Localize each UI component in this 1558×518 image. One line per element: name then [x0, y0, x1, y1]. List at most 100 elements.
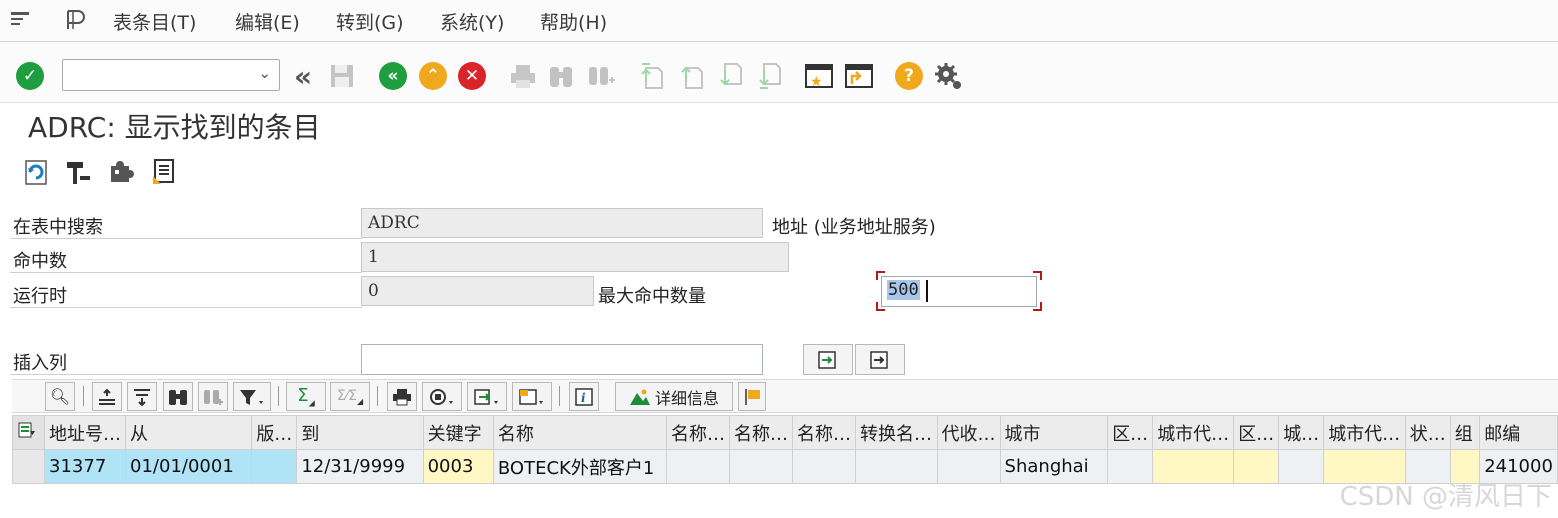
- shortcut-button[interactable]: [844, 61, 874, 91]
- sort-ascending-button[interactable]: [92, 382, 122, 411]
- column-header[interactable]: 邮编: [1479, 415, 1558, 450]
- save-button[interactable]: [327, 61, 357, 91]
- column-header[interactable]: 关键字: [422, 415, 494, 450]
- back-button[interactable]: «: [378, 61, 408, 91]
- document-button[interactable]: [151, 158, 179, 186]
- views-button[interactable]: [422, 382, 462, 411]
- column-header[interactable]: 名称…: [665, 415, 730, 450]
- menu-icon[interactable]: [10, 10, 32, 28]
- column-header[interactable]: 城市代…: [1323, 415, 1406, 450]
- table-cell[interactable]: 01/01/0001: [125, 449, 253, 484]
- menu-item-system[interactable]: 系统(Y): [440, 8, 504, 35]
- settings-button[interactable]: [64, 158, 92, 186]
- column-header[interactable]: 到: [296, 415, 424, 450]
- column-header[interactable]: 版…: [251, 415, 298, 450]
- cancel-button[interactable]: ✕: [457, 61, 487, 91]
- next-page-button[interactable]: [716, 61, 746, 91]
- refresh-button[interactable]: [22, 158, 50, 186]
- column-header[interactable]: 代收…: [936, 415, 1001, 450]
- column-header[interactable]: 从: [125, 415, 253, 450]
- subtotal-button[interactable]: Σ⁄Σ◢: [330, 382, 370, 411]
- first-page-button[interactable]: [637, 61, 667, 91]
- insert-column-icon: [818, 350, 836, 369]
- table-cell[interactable]: 31377: [44, 449, 127, 484]
- label-underline: [10, 238, 362, 239]
- puzzle-button[interactable]: [107, 158, 135, 186]
- table-cell[interactable]: [1278, 449, 1325, 484]
- menu-item-edit[interactable]: 编辑(E): [235, 8, 300, 35]
- column-header[interactable]: 区…: [1233, 415, 1280, 450]
- print-icon: [511, 65, 535, 88]
- row-selector[interactable]: [11, 449, 46, 484]
- column-header[interactable]: 名称…: [728, 415, 793, 450]
- page-title: ADRC: 显示找到的条目: [28, 111, 321, 144]
- details-button[interactable]: 详细信息: [615, 382, 733, 411]
- table-cell[interactable]: BOTECK外部客户1: [492, 449, 667, 484]
- column-header[interactable]: 状…: [1404, 415, 1451, 450]
- find-button[interactable]: [546, 61, 576, 91]
- select-all-cell[interactable]: [11, 415, 46, 450]
- find-next-button[interactable]: [586, 61, 616, 91]
- toolbar-separator: [559, 386, 560, 406]
- chevron-down-icon[interactable]: ⌄: [258, 64, 271, 82]
- column-header[interactable]: 组: [1449, 415, 1481, 450]
- layout-icon: [519, 388, 543, 405]
- sum-button[interactable]: Σ◢: [286, 382, 326, 411]
- column-header[interactable]: 城市: [999, 415, 1109, 450]
- menu-item-goto[interactable]: 转到(G): [336, 8, 404, 35]
- export-button[interactable]: [467, 382, 507, 411]
- table-cell[interactable]: [251, 449, 298, 484]
- filter-icon: [240, 389, 263, 405]
- last-page-button[interactable]: [755, 61, 785, 91]
- menu-item-help[interactable]: 帮助(H): [540, 8, 607, 35]
- table-cell[interactable]: [665, 449, 730, 484]
- column-header[interactable]: 名称: [492, 415, 667, 450]
- max-hits-input[interactable]: 500: [881, 276, 1037, 307]
- flag-button[interactable]: [738, 382, 766, 411]
- layout-button[interactable]: [512, 382, 552, 411]
- find-button[interactable]: [163, 382, 193, 411]
- sort-descending-button[interactable]: [127, 382, 157, 411]
- command-field[interactable]: ⌄: [62, 59, 280, 91]
- layout-icon[interactable]: [64, 9, 88, 31]
- table-cell[interactable]: [936, 449, 1001, 484]
- column-header[interactable]: 区…: [1107, 415, 1154, 450]
- column-header[interactable]: 城…: [1278, 415, 1325, 450]
- help-button[interactable]: ?: [894, 61, 924, 91]
- table-cell[interactable]: 0003: [422, 449, 494, 484]
- filter-button[interactable]: [233, 382, 271, 411]
- table-row[interactable]: 31377 01/01/0001 12/31/9999 0003 BOTECK外…: [11, 449, 1558, 484]
- exit-button[interactable]: ⌃: [418, 61, 448, 91]
- enter-button[interactable]: ✓: [15, 61, 45, 91]
- new-session-button[interactable]: ★: [804, 61, 834, 91]
- collapse-button[interactable]: «: [288, 60, 318, 93]
- table-cell[interactable]: [1233, 449, 1280, 484]
- column-header[interactable]: 名称…: [791, 415, 856, 450]
- table-cell[interactable]: [791, 449, 856, 484]
- insert-column-label: 插入列: [13, 353, 67, 374]
- prev-page-button[interactable]: [677, 61, 707, 91]
- table-cell[interactable]: 12/31/9999: [296, 449, 424, 484]
- table-cell[interactable]: [728, 449, 793, 484]
- details-view-button[interactable]: 🔍︎: [45, 382, 75, 411]
- column-header[interactable]: 转换名…: [854, 415, 938, 450]
- menu-item-table-entry[interactable]: 表条目(T): [113, 8, 196, 35]
- refresh-icon: [25, 160, 47, 185]
- print-button[interactable]: [508, 61, 538, 91]
- table-cell[interactable]: [854, 449, 938, 484]
- insert-column-right-button[interactable]: [855, 344, 905, 375]
- table-cell[interactable]: [1152, 449, 1235, 484]
- column-header[interactable]: 城市代…: [1152, 415, 1235, 450]
- customize-button[interactable]: [933, 61, 963, 91]
- column-header[interactable]: 地址号…: [44, 415, 127, 450]
- table-cell[interactable]: [1107, 449, 1154, 484]
- table-cell[interactable]: Shanghai: [999, 449, 1109, 484]
- print-preview-button[interactable]: [387, 382, 417, 411]
- results-table: 地址号… 从 版… 到 关键字 名称 名称… 名称… 名称… 转换名… 代收… …: [11, 415, 1558, 484]
- info-button[interactable]: i: [569, 382, 599, 411]
- find-next-button[interactable]: [198, 382, 228, 411]
- cancel-icon: ✕: [458, 62, 486, 90]
- insert-column-input[interactable]: [361, 344, 763, 375]
- insert-column-left-button[interactable]: [803, 344, 853, 375]
- runtime-field: 0: [361, 276, 594, 306]
